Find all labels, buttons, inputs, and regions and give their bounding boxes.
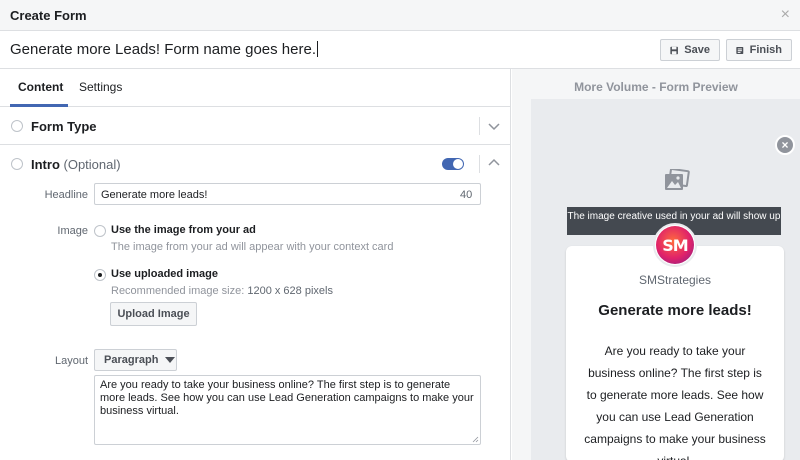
- preview-headline: Generate more leads!: [598, 302, 752, 319]
- finish-button[interactable]: Finish: [726, 39, 792, 61]
- headline-input[interactable]: Generate more leads!: [94, 183, 481, 205]
- tab-bar: Content Settings: [0, 69, 510, 107]
- form-name-input[interactable]: Generate more Leads! Form name goes here…: [10, 41, 318, 58]
- company-name: SMStrategies: [638, 273, 712, 287]
- finish-icon: [736, 46, 744, 54]
- form-name-text: Generate more Leads! Form name goes here…: [10, 41, 316, 58]
- intro-title: Intro (Optional): [31, 157, 121, 172]
- window-title: Create Form: [10, 8, 87, 23]
- save-icon: [670, 46, 678, 54]
- preview-panel: More Volume - Form Preview × The image c…: [512, 69, 800, 460]
- image-size-prefix: Recommended image size:: [111, 285, 248, 297]
- company-logo: SM: [656, 226, 694, 264]
- preview-body: Are you ready to take your business onli…: [584, 344, 766, 460]
- uploaded-image-help: Recommended image size: 1200 x 628 pixel…: [111, 285, 333, 297]
- use-ad-image-help: The image from your ad will appear with …: [111, 241, 394, 253]
- title-bar: Create Form ×: [0, 0, 800, 31]
- close-icon[interactable]: ×: [781, 6, 790, 24]
- headline-value: Generate more leads!: [101, 189, 208, 201]
- avatar: SM: [653, 223, 697, 267]
- intro-body-text: Are you ready to take your business onli…: [100, 379, 474, 417]
- close-icon[interactable]: ×: [775, 135, 795, 155]
- use-ad-image-radio[interactable]: [94, 225, 106, 237]
- form-type-status-radio: [11, 120, 23, 132]
- headline-label: Headline: [44, 189, 88, 201]
- divider: [479, 155, 480, 173]
- text-caret: [317, 41, 318, 57]
- save-button[interactable]: Save: [660, 39, 720, 61]
- layout-value: Paragraph: [104, 354, 159, 366]
- intro-toggle[interactable]: [442, 158, 464, 170]
- upload-image-button[interactable]: Upload Image: [110, 302, 197, 326]
- headline-char-count: 40: [460, 189, 473, 201]
- tab-settings[interactable]: Settings: [79, 80, 122, 94]
- tab-content[interactable]: Content: [18, 80, 63, 94]
- divider: [479, 117, 480, 135]
- intro-title-text: Intro: [31, 157, 60, 172]
- resize-grip-icon[interactable]: [472, 436, 479, 443]
- intro-body-textarea[interactable]: Are you ready to take your business onli…: [94, 375, 481, 445]
- image-label: Image: [57, 225, 88, 237]
- layout-label: Layout: [54, 355, 88, 367]
- use-uploaded-image-label[interactable]: Use uploaded image: [111, 268, 218, 280]
- image-icon: [665, 169, 690, 190]
- editor-panel: Content Settings Form Type Intro (Option…: [0, 69, 511, 460]
- chevron-up-icon[interactable]: [487, 156, 501, 170]
- image-size-value: 1200 x 628 pixels: [247, 285, 333, 297]
- form-name-bar: Generate more Leads! Form name goes here…: [0, 31, 800, 69]
- preview-card: SMStrategies Generate more leads! Are yo…: [566, 246, 784, 460]
- form-type-section[interactable]: Form Type: [0, 107, 510, 145]
- intro-status-radio: [11, 158, 23, 170]
- finish-label: Finish: [749, 44, 782, 56]
- layout-dropdown[interactable]: Paragraph: [94, 349, 177, 371]
- form-type-title: Form Type: [31, 119, 97, 134]
- chevron-down-icon[interactable]: [487, 119, 501, 133]
- use-ad-image-label[interactable]: Use the image from your ad: [111, 224, 256, 236]
- intro-optional-text: (Optional): [63, 157, 121, 172]
- save-label: Save: [684, 44, 710, 56]
- preview-canvas: × The image creative used in your ad wil…: [531, 99, 800, 460]
- preview-title: More Volume - Form Preview: [574, 80, 738, 94]
- use-uploaded-image-radio[interactable]: [94, 269, 106, 281]
- dropdown-caret-icon: [165, 357, 176, 363]
